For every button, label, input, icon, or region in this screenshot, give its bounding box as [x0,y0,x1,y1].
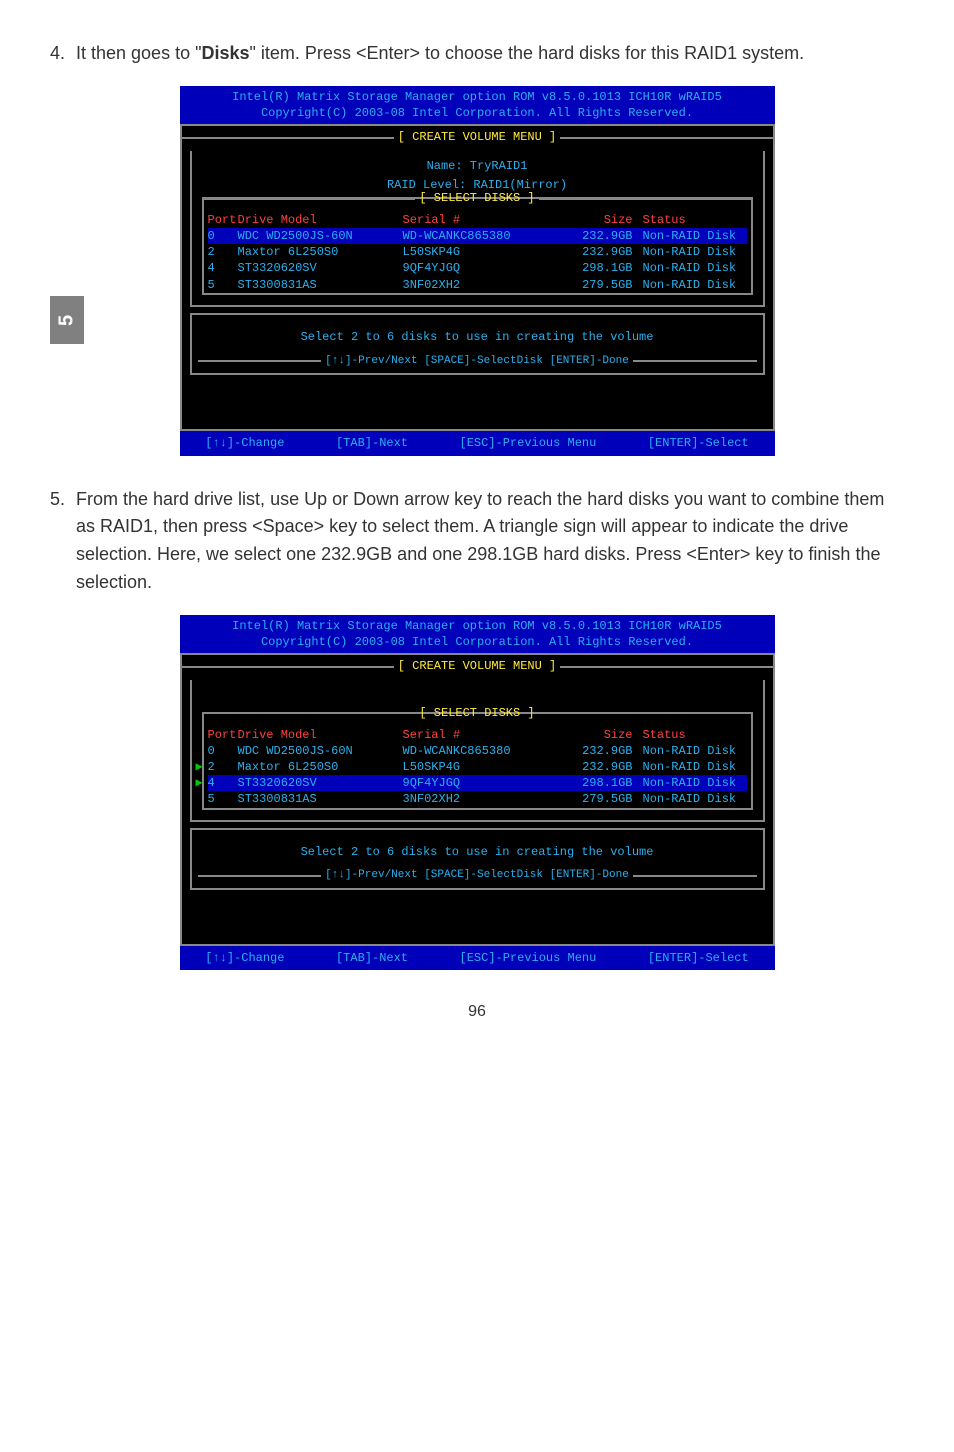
col-status: Status [643,727,747,743]
footer-prev: [ESC]-Previous Menu [460,434,597,453]
footer-select: [ENTER]-Select [648,434,749,453]
create-volume-title: [ CREATE VOLUME MENU ] [182,128,773,147]
bios-footer: [↑↓]-Change [TAB]-Next [ESC]-Previous Me… [180,946,775,971]
select-disks-title: [ SELECT DISKS ] [204,189,751,208]
select-disks-panel: [ SELECT DISKS ] PortDrive ModelSerial #… [202,197,753,295]
disk-row-selected[interactable]: ▶ 2Maxtor 6L250S0L50SKP4G232.9GBNon-RAID… [208,759,747,775]
bios-header: Intel(R) Matrix Storage Manager option R… [180,86,775,124]
select-disks-title: [ SELECT DISKS ] [204,704,751,723]
bios-screen-1: Intel(R) Matrix Storage Manager option R… [180,86,775,456]
text-part: It then goes to " [76,43,201,63]
disk-row[interactable]: 4ST3320620SV9QF4YJGQ298.1GBNon-RAID Disk [208,260,747,276]
disks-title: [ SELECT DISKS ] [415,189,538,208]
menu-title: [ CREATE VOLUME MENU ] [394,657,560,676]
text-part: " item. Press <Enter> to choose the hard… [250,43,805,63]
instruction-panel: Select 2 to 6 disks to use in creating t… [190,828,765,890]
step-text: It then goes to "Disks" item. Press <Ent… [76,40,904,68]
step-number: 5. [50,486,76,598]
bios-outer-frame: [ CREATE VOLUME MENU ] [ SELECT DISKS ] … [180,653,775,945]
volume-fields: [ SELECT DISKS ] PortDrive ModelSerial #… [190,680,765,822]
bios-footer: [↑↓]-Change [TAB]-Next [ESC]-Previous Me… [180,431,775,456]
select-instruction: Select 2 to 6 disks to use in creating t… [198,844,757,861]
page-number: 96 [50,1000,904,1025]
header-line-1: Intel(R) Matrix Storage Manager option R… [186,618,769,634]
disk-row-selected-highlight[interactable]: ▶ 4ST3320620SV9QF4YJGQ298.1GBNon-RAID Di… [208,775,747,791]
bios-header: Intel(R) Matrix Storage Manager option R… [180,615,775,653]
volume-fields: Name: TryRAID1 RAID Level: RAID1(Mirror)… [190,151,765,307]
step-text: From the hard drive list, use Up or Down… [76,486,904,598]
disk-row[interactable]: 0WDC WD2500JS-60NWD-WCANKC865380232.9GBN… [208,743,747,759]
disk-row[interactable]: 0WDC WD2500JS-60NWD-WCANKC865380232.9GBN… [208,228,747,244]
step-number: 4. [50,40,76,68]
col-port: Port [208,727,238,743]
bios-outer-frame: [ CREATE VOLUME MENU ] Name: TryRAID1 RA… [180,124,775,431]
bios-screen-2: Intel(R) Matrix Storage Manager option R… [180,615,775,970]
col-serial: Serial # [403,727,573,743]
header-line-1: Intel(R) Matrix Storage Manager option R… [186,89,769,105]
footer-change: [↑↓]-Change [205,949,284,968]
header-line-2: Copyright(C) 2003-08 Intel Corporation. … [186,634,769,650]
footer-next: [TAB]-Next [336,949,408,968]
nav-msg: [↑↓]-Prev/Next [SPACE]-SelectDisk [ENTER… [321,354,633,369]
step-4: 4. It then goes to "Disks" item. Press <… [50,40,904,68]
disk-row[interactable]: 5ST3300831AS3NF02XH2279.5GBNon-RAID Disk [208,277,747,293]
disk-row[interactable]: 2Maxtor 6L250S0L50SKP4G232.9GBNon-RAID D… [208,244,747,260]
nav-msg: [↑↓]-Prev/Next [SPACE]-SelectDisk [ENTER… [321,868,633,883]
disks-title: [ SELECT DISKS ] [415,704,538,723]
col-model: Drive Model [238,727,403,743]
col-model: Drive Model [238,212,403,228]
footer-prev: [ESC]-Previous Menu [460,949,597,968]
col-size: Size [573,727,643,743]
nav-help: [↑↓]-Prev/Next [SPACE]-SelectDisk [ENTER… [198,354,757,369]
col-port: Port [208,212,238,228]
chapter-tab: 5 [50,296,84,344]
bold-disks: Disks [201,43,249,63]
create-volume-title: [ CREATE VOLUME MENU ] [182,657,773,676]
selection-triangle-icon: ▶ [196,775,203,791]
col-status: Status [643,212,747,228]
col-size: Size [573,212,643,228]
nav-help: [↑↓]-Prev/Next [SPACE]-SelectDisk [ENTER… [198,868,757,883]
disk-header-row: PortDrive ModelSerial #SizeStatus [208,212,747,228]
selection-triangle-icon: ▶ [196,759,203,775]
menu-title: [ CREATE VOLUME MENU ] [394,128,560,147]
disk-header-row: PortDrive ModelSerial #SizeStatus [208,727,747,743]
select-disks-panel: [ SELECT DISKS ] PortDrive ModelSerial #… [202,712,753,810]
instruction-panel: Select 2 to 6 disks to use in creating t… [190,313,765,375]
footer-change: [↑↓]-Change [205,434,284,453]
header-line-2: Copyright(C) 2003-08 Intel Corporation. … [186,105,769,121]
footer-select: [ENTER]-Select [648,949,749,968]
disk-row[interactable]: 5ST3300831AS3NF02XH2279.5GBNon-RAID Disk [208,791,747,807]
col-serial: Serial # [403,212,573,228]
step-5: 5. From the hard drive list, use Up or D… [50,486,904,598]
name-field: Name: TryRAID1 [198,158,757,174]
select-instruction: Select 2 to 6 disks to use in creating t… [198,329,757,346]
footer-next: [TAB]-Next [336,434,408,453]
